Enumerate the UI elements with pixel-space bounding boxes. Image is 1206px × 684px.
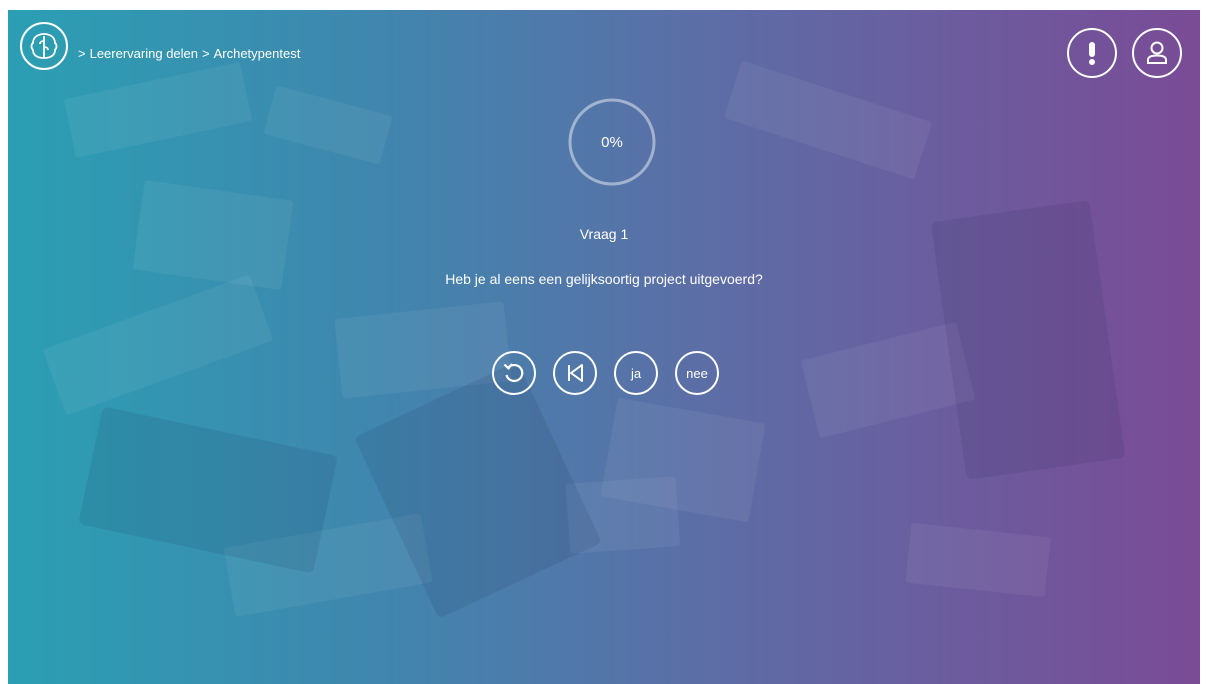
- progress-percentage: 0%: [601, 133, 623, 151]
- app-frame: > Leerervaring delen > Archetypentest 0%…: [8, 10, 1200, 684]
- skip-back-icon: [568, 364, 583, 382]
- restart-button[interactable]: [492, 351, 536, 395]
- question-text: Heb je al eens een gelijksoortig project…: [445, 271, 763, 287]
- progress-ring: 0%: [567, 97, 657, 187]
- breadcrumb-item-archetypentest[interactable]: Archetypentest: [214, 46, 301, 61]
- alert-button[interactable]: [1067, 28, 1117, 78]
- user-icon: [1147, 41, 1167, 64]
- previous-question-button[interactable]: [553, 351, 597, 395]
- brain-logo-icon: [30, 33, 58, 59]
- answer-controls: ja nee: [492, 351, 719, 395]
- undo-icon: [503, 363, 524, 383]
- exclamation-icon: [1089, 42, 1095, 65]
- breadcrumb: > Leerervaring delen > Archetypentest: [78, 46, 300, 61]
- brain-logo-button[interactable]: [20, 22, 68, 70]
- breadcrumb-separator: >: [78, 46, 86, 61]
- answer-no-button[interactable]: nee: [675, 351, 719, 395]
- profile-button[interactable]: [1132, 28, 1182, 78]
- question-number: Vraag 1: [579, 226, 629, 242]
- answer-yes-button[interactable]: ja: [614, 351, 658, 395]
- breadcrumb-separator: >: [202, 46, 210, 61]
- breadcrumb-item-leerervaring-delen[interactable]: Leerervaring delen: [90, 46, 198, 61]
